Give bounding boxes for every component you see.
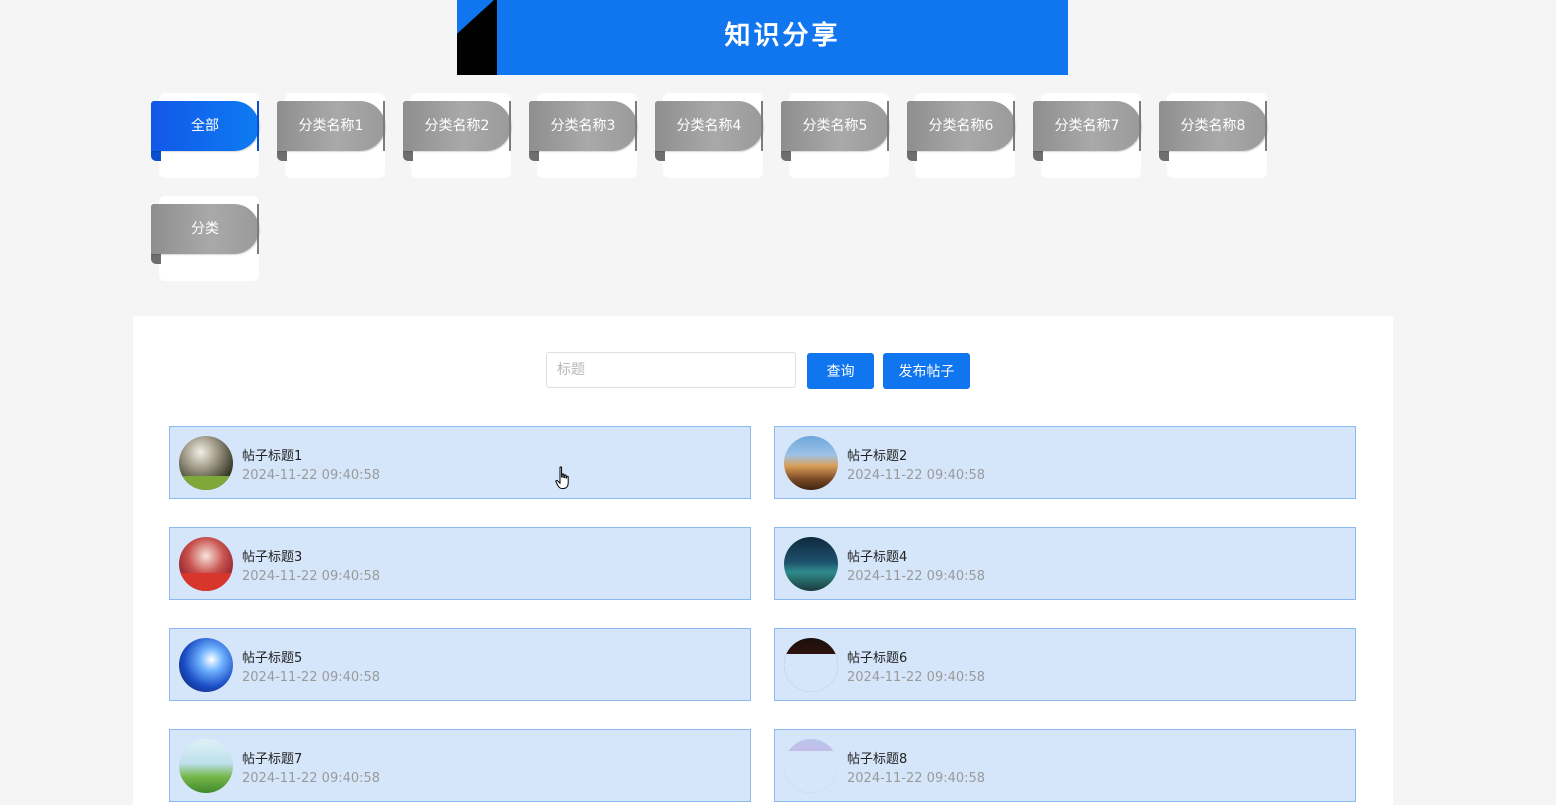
thumbnail-detail xyxy=(179,573,233,591)
post-title: 帖子标题2 xyxy=(847,449,908,464)
post-card-5[interactable]: 帖子标题5 2024-11-22 09:40:58 xyxy=(169,628,751,701)
post-date: 2024-11-22 09:40:58 xyxy=(242,468,381,483)
category-tag-label: 分类名称3 xyxy=(529,101,637,151)
category-tag-label: 分类名称5 xyxy=(781,101,889,151)
post-card-1[interactable]: 帖子标题1 2024-11-22 09:40:58 xyxy=(169,426,751,499)
title-search-input[interactable] xyxy=(546,352,796,388)
post-thumbnail xyxy=(784,638,838,692)
publish-post-button[interactable]: 发布帖子 xyxy=(883,353,970,389)
post-thumbnail xyxy=(784,537,838,591)
post-thumbnail xyxy=(784,436,838,490)
tag-edge-decoration xyxy=(761,101,763,151)
thumbnail-loading-mask xyxy=(784,654,838,692)
category-tag-7[interactable]: 分类名称7 xyxy=(1033,93,1141,178)
category-tag-label: 分类名称8 xyxy=(1159,101,1267,151)
tag-edge-decoration xyxy=(383,101,385,151)
post-card-4[interactable]: 帖子标题4 2024-11-22 09:40:58 xyxy=(774,527,1356,600)
tag-edge-decoration xyxy=(887,101,889,151)
category-tag-label: 分类名称4 xyxy=(655,101,763,151)
tag-edge-decoration xyxy=(635,101,637,151)
category-tag-6[interactable]: 分类名称6 xyxy=(907,93,1015,178)
post-thumbnail xyxy=(179,739,233,793)
category-tag-1[interactable]: 分类名称1 xyxy=(277,93,385,178)
post-thumbnail xyxy=(179,638,233,692)
post-title: 帖子标题1 xyxy=(242,449,303,464)
page-header: 知识分享 xyxy=(457,0,1068,75)
post-date: 2024-11-22 09:40:58 xyxy=(847,468,986,483)
category-tag-all[interactable]: 全部 xyxy=(151,93,259,178)
category-tag-label: 分类名称7 xyxy=(1033,101,1141,151)
category-tag-9[interactable]: 分类 xyxy=(151,196,259,281)
post-title: 帖子标题7 xyxy=(242,752,303,767)
post-date: 2024-11-22 09:40:58 xyxy=(847,771,986,786)
thumbnail-detail xyxy=(179,476,233,490)
post-title: 帖子标题4 xyxy=(847,550,908,565)
post-title: 帖子标题3 xyxy=(242,550,303,565)
query-button[interactable]: 查询 xyxy=(807,353,874,389)
category-tag-label: 分类名称1 xyxy=(277,101,385,151)
post-card-7[interactable]: 帖子标题7 2024-11-22 09:40:58 xyxy=(169,729,751,802)
tag-edge-decoration xyxy=(509,101,511,151)
post-card-6[interactable]: 帖子标题6 2024-11-22 09:40:58 xyxy=(774,628,1356,701)
post-date: 2024-11-22 09:40:58 xyxy=(242,670,381,685)
category-tag-8[interactable]: 分类名称8 xyxy=(1159,93,1267,178)
post-date: 2024-11-22 09:40:58 xyxy=(242,771,381,786)
category-tag-4[interactable]: 分类名称4 xyxy=(655,93,763,178)
post-card-8[interactable]: 帖子标题8 2024-11-22 09:40:58 xyxy=(774,729,1356,802)
post-card-2[interactable]: 帖子标题2 2024-11-22 09:40:58 xyxy=(774,426,1356,499)
post-title: 帖子标题6 xyxy=(847,651,908,666)
post-thumbnail xyxy=(179,436,233,490)
tag-edge-decoration xyxy=(1013,101,1015,151)
post-title: 帖子标题8 xyxy=(847,752,908,767)
category-tag-label: 分类名称6 xyxy=(907,101,1015,151)
tag-edge-decoration xyxy=(257,101,259,151)
category-tag-3[interactable]: 分类名称3 xyxy=(529,93,637,178)
page-title: 知识分享 xyxy=(724,21,841,51)
category-tag-label: 全部 xyxy=(151,101,259,151)
hand-pointer-icon xyxy=(555,466,569,489)
post-date: 2024-11-22 09:40:58 xyxy=(242,569,381,584)
post-card-3[interactable]: 帖子标题3 2024-11-22 09:40:58 xyxy=(169,527,751,600)
tag-edge-decoration xyxy=(257,204,259,254)
post-date: 2024-11-22 09:40:58 xyxy=(847,670,986,685)
category-tag-2[interactable]: 分类名称2 xyxy=(403,93,511,178)
thumbnail-loading-mask xyxy=(784,751,838,793)
category-tag-5[interactable]: 分类名称5 xyxy=(781,93,889,178)
post-date: 2024-11-22 09:40:58 xyxy=(847,569,986,584)
post-list-panel: 查询 发布帖子 帖子标题1 2024-11-22 09:40:58 帖子标题2 … xyxy=(133,316,1393,805)
category-tag-label: 分类 xyxy=(151,204,259,254)
header-corner-decoration xyxy=(457,0,497,75)
post-thumbnail xyxy=(784,739,838,793)
post-thumbnail xyxy=(179,537,233,591)
category-tag-label: 分类名称2 xyxy=(403,101,511,151)
tag-edge-decoration xyxy=(1139,101,1141,151)
tag-edge-decoration xyxy=(1265,101,1267,151)
post-title: 帖子标题5 xyxy=(242,651,303,666)
